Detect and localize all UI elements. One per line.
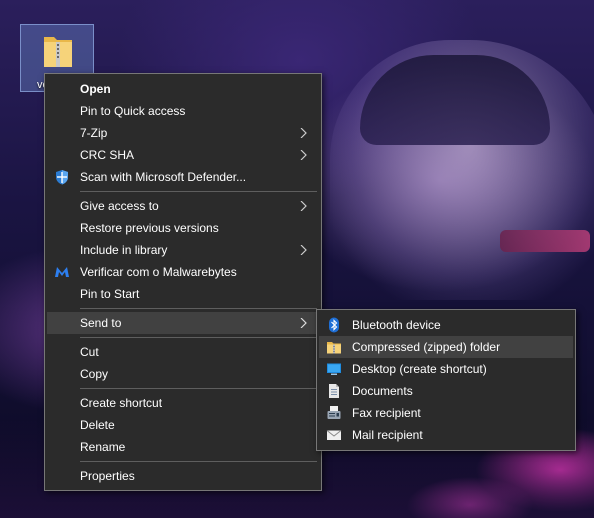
send-to-desktop[interactable]: Desktop (create shortcut) — [319, 358, 573, 380]
menu-item-label: Delete — [80, 418, 115, 432]
menu-separator — [80, 191, 317, 192]
submenu-item-label: Documents — [352, 384, 413, 398]
wallpaper-tail-light — [500, 230, 590, 252]
menu-item-label: CRC SHA — [80, 148, 135, 162]
menu-item-copy[interactable]: Copy — [47, 363, 319, 385]
menu-separator — [80, 388, 317, 389]
defender-shield-icon — [56, 170, 68, 185]
chevron-right-icon — [300, 128, 307, 138]
menu-item-label: Pin to Quick access — [80, 104, 186, 118]
menu-item-cut[interactable]: Cut — [47, 341, 319, 363]
menu-item-pin-quick-access[interactable]: Pin to Quick access — [47, 100, 319, 122]
menu-item-label: Restore previous versions — [80, 221, 219, 235]
menu-item-label: Create shortcut — [80, 396, 163, 410]
malwarebytes-icon — [55, 267, 69, 277]
context-menu: Open Pin to Quick access 7-Zip CRC SHA S… — [44, 73, 322, 491]
menu-item-crc-sha[interactable]: CRC SHA — [47, 144, 319, 166]
menu-item-malwarebytes[interactable]: Verificar com o Malwarebytes — [47, 261, 319, 283]
menu-item-label: Rename — [80, 440, 126, 454]
submenu-item-label: Compressed (zipped) folder — [352, 340, 501, 354]
send-to-bluetooth[interactable]: Bluetooth device — [319, 314, 573, 336]
menu-item-label: Copy — [80, 367, 109, 381]
menu-item-label: Verificar com o Malwarebytes — [80, 265, 237, 279]
zip-folder-icon — [44, 37, 72, 67]
menu-item-send-to[interactable]: Send to — [47, 312, 319, 334]
menu-item-scan-defender[interactable]: Scan with Microsoft Defender... — [47, 166, 319, 188]
menu-item-include-library[interactable]: Include in library — [47, 239, 319, 261]
menu-item-label: 7-Zip — [80, 126, 108, 140]
send-to-compressed-folder[interactable]: Compressed (zipped) folder — [319, 336, 573, 358]
menu-item-label: Scan with Microsoft Defender... — [80, 170, 247, 184]
chevron-right-icon — [300, 318, 307, 328]
menu-item-label: Pin to Start — [80, 287, 140, 301]
send-to-fax[interactable]: Fax recipient — [319, 402, 573, 424]
fax-icon — [327, 406, 341, 419]
menu-item-pin-start[interactable]: Pin to Start — [47, 283, 319, 305]
chevron-right-icon — [300, 150, 307, 160]
menu-item-properties[interactable]: Properties — [47, 465, 319, 487]
menu-item-give-access[interactable]: Give access to — [47, 195, 319, 217]
menu-item-label: Properties — [80, 469, 135, 483]
submenu-item-label: Mail recipient — [352, 428, 423, 442]
menu-separator — [80, 308, 317, 309]
menu-item-label: Cut — [80, 345, 99, 359]
menu-item-restore-versions[interactable]: Restore previous versions — [47, 217, 319, 239]
documents-icon — [329, 384, 339, 398]
menu-item-delete[interactable]: Delete — [47, 414, 319, 436]
menu-item-label: Include in library — [80, 243, 168, 257]
menu-item-7zip[interactable]: 7-Zip — [47, 122, 319, 144]
submenu-item-label: Bluetooth device — [352, 318, 441, 332]
chevron-right-icon — [300, 201, 307, 211]
zip-folder-icon — [327, 342, 341, 354]
menu-item-create-shortcut[interactable]: Create shortcut — [47, 392, 319, 414]
menu-separator — [80, 461, 317, 462]
send-to-submenu: Bluetooth device Compressed (zipped) fol… — [316, 309, 576, 451]
bluetooth-icon — [329, 317, 339, 333]
chevron-right-icon — [300, 245, 307, 255]
menu-item-label: Send to — [80, 316, 122, 330]
menu-item-label: Give access to — [80, 199, 159, 213]
desktop-icon — [327, 363, 341, 375]
menu-item-label: Open — [80, 82, 111, 96]
menu-separator — [80, 337, 317, 338]
send-to-documents[interactable]: Documents — [319, 380, 573, 402]
menu-item-open[interactable]: Open — [47, 78, 319, 100]
menu-item-rename[interactable]: Rename — [47, 436, 319, 458]
mail-icon — [326, 430, 342, 440]
submenu-item-label: Fax recipient — [352, 406, 421, 420]
submenu-item-label: Desktop (create shortcut) — [352, 362, 487, 376]
send-to-mail[interactable]: Mail recipient — [319, 424, 573, 446]
